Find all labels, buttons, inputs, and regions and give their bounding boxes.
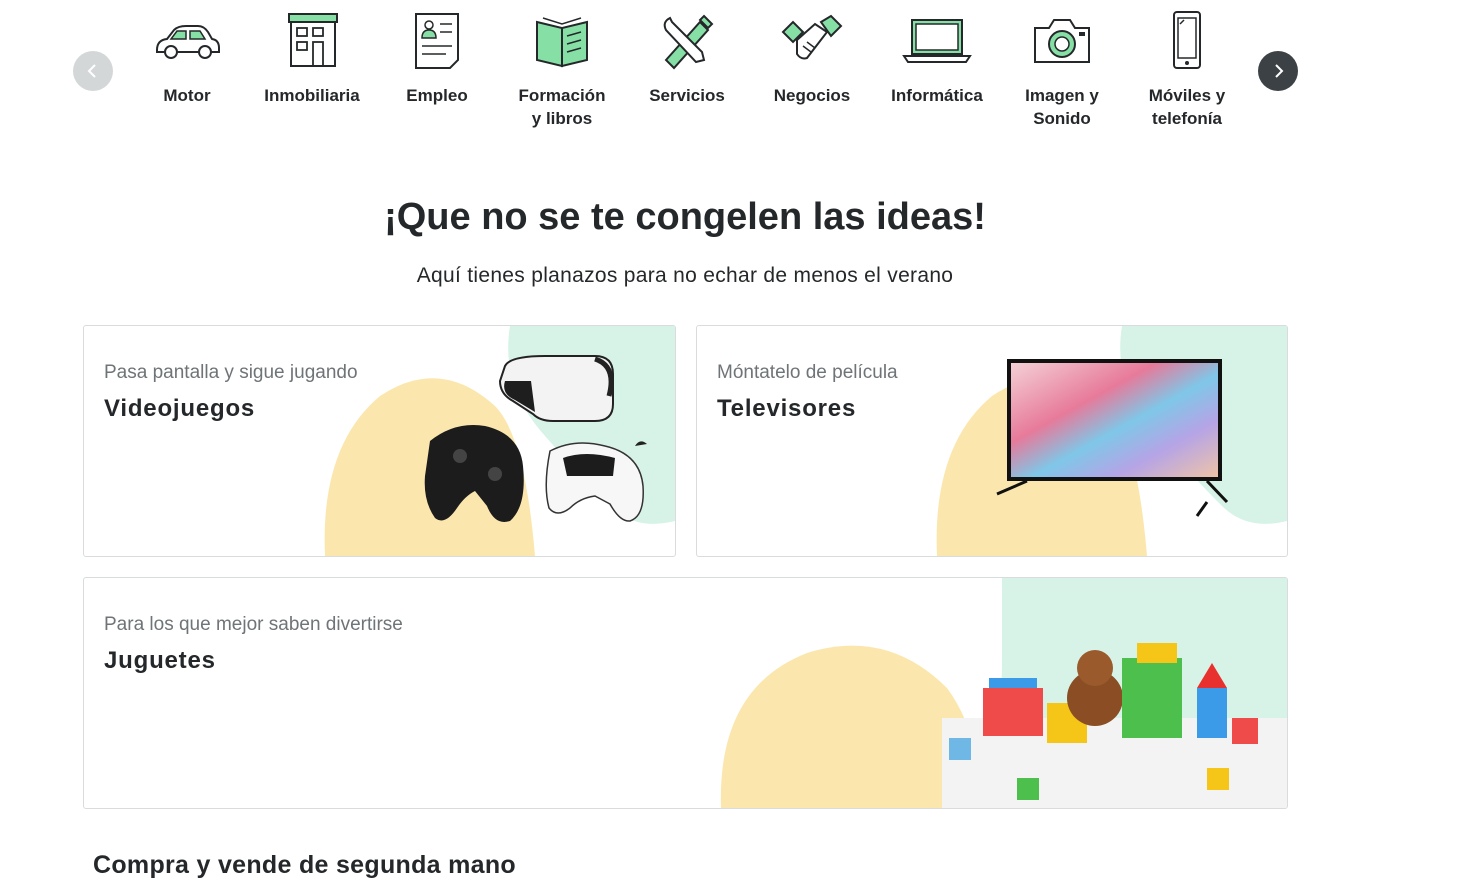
toys-illustration <box>720 578 1287 808</box>
chevron-left-icon <box>87 64 96 78</box>
card-kicker: Pasa pantalla y sigue jugando <box>104 362 358 383</box>
card-kicker: Móntatelo de película <box>717 362 898 383</box>
camera-icon <box>1027 8 1097 72</box>
category-moviles[interactable]: Móviles y telefonía <box>1127 8 1247 130</box>
hero-title: ¡Que no se te congelen las ideas! <box>384 196 986 238</box>
book-icon <box>527 8 597 72</box>
category-label: Inmobiliaria <box>264 86 360 105</box>
car-icon <box>152 8 222 72</box>
resume-icon <box>402 8 472 72</box>
tools-icon <box>652 8 722 72</box>
category-empleo[interactable]: Empleo <box>377 8 497 107</box>
carousel-next-button[interactable] <box>1258 51 1298 91</box>
category-label: Móviles y telefonía <box>1148 86 1226 128</box>
phone-icon <box>1152 8 1222 72</box>
card-videojuegos[interactable]: Pasa pantalla y sigue jugando Videojuego… <box>83 325 676 557</box>
carousel-prev-button[interactable] <box>73 51 113 91</box>
category-servicios[interactable]: Servicios <box>627 8 747 107</box>
category-label: Motor <box>163 86 211 105</box>
section-title: Compra y vende de segunda mano <box>93 851 516 879</box>
category-informatica[interactable]: Informática <box>877 8 997 107</box>
laptop-icon <box>902 8 972 72</box>
category-label: Empleo <box>406 86 468 105</box>
chevron-right-icon <box>1275 64 1284 78</box>
card-juguetes[interactable]: Para los que mejor saben divertirse Jugu… <box>83 577 1288 809</box>
tv-illustration <box>936 326 1287 556</box>
category-label: Negocios <box>773 86 851 105</box>
category-motor[interactable]: Motor <box>127 8 247 107</box>
card-televisores[interactable]: Móntatelo de película Televisores <box>696 325 1288 557</box>
category-inmobiliaria[interactable]: Inmobiliaria <box>252 8 372 107</box>
building-icon <box>277 8 347 72</box>
category-formacion[interactable]: Formación y libros <box>502 8 622 130</box>
card-kicker: Para los que mejor saben divertirse <box>104 614 403 635</box>
category-negocios[interactable]: Negocios <box>752 8 872 107</box>
videogames-illustration <box>324 326 675 556</box>
hero-subtitle: Aquí tienes planazos para no echar de me… <box>416 264 954 287</box>
category-imagen-sonido[interactable]: Imagen y Sonido <box>1002 8 1122 130</box>
category-label: Formación y libros <box>518 86 606 128</box>
category-label: Imagen y Sonido <box>1025 86 1099 128</box>
card-title: Televisores <box>717 395 857 422</box>
handshake-icon <box>777 8 847 72</box>
category-label: Servicios <box>649 86 725 105</box>
category-label: Informática <box>891 86 983 105</box>
card-title: Videojuegos <box>104 395 256 422</box>
card-title: Juguetes <box>104 647 216 674</box>
